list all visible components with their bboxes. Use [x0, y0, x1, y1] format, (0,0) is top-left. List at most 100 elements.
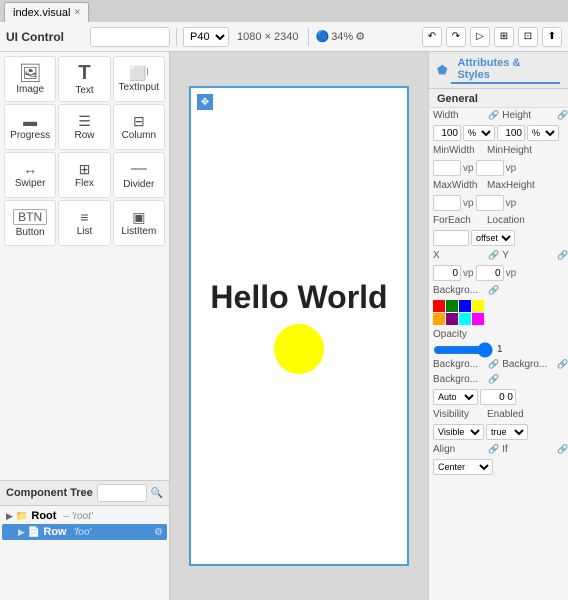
general-section-label: General [429, 89, 568, 108]
enabled-select[interactable]: truefalse [486, 424, 528, 440]
layout-button[interactable]: ⊡ [518, 27, 538, 47]
height-unit-select[interactable]: %vp [527, 125, 559, 141]
zoom-settings-icon: ⚙ [355, 30, 365, 43]
control-swiper[interactable]: ↔ Swiper [4, 152, 56, 198]
maxwidth-input[interactable] [433, 195, 461, 211]
opacity-value: 1 [497, 344, 503, 355]
y-input[interactable] [476, 265, 504, 281]
device-select[interactable]: P40 [183, 27, 229, 47]
color-green[interactable] [446, 300, 458, 312]
maxheight-input[interactable] [476, 195, 504, 211]
control-column-label: Column [122, 130, 156, 141]
backgro2-label: Backgro... [433, 359, 485, 370]
control-text[interactable]: T Text [58, 56, 110, 102]
visibility-select[interactable]: VisibleHidden [433, 424, 484, 440]
control-flex[interactable]: ⊞ Flex [58, 152, 110, 198]
left-panel: 🖼 Image T Text ⬜| TextInput ▬ Progress [0, 52, 170, 600]
toolbar-sep [176, 28, 177, 46]
root-tag: – 'root' [63, 511, 92, 522]
row-icon: ☰ [78, 114, 91, 128]
color-yellow[interactable] [472, 300, 484, 312]
control-flex-label: Flex [75, 178, 94, 189]
height-label: Height [502, 110, 554, 121]
width-unit-select[interactable]: %vp [463, 125, 495, 141]
backgro4-select[interactable]: Auto [433, 389, 478, 405]
opacity-slider[interactable] [433, 346, 493, 354]
undo-button[interactable]: ↶ [422, 27, 442, 47]
height-input[interactable] [497, 125, 525, 141]
attrs-icon: ⬟ [437, 63, 447, 77]
tree-item-root[interactable]: ▶ 📁 Root – 'root' [2, 508, 167, 524]
background-label-row: Backgro... 🔗 [429, 283, 568, 298]
toolbar-sep2 [308, 28, 309, 46]
x-input[interactable] [433, 265, 461, 281]
color-purple[interactable] [446, 313, 458, 325]
align-select[interactable]: CenterStartEnd [433, 459, 493, 475]
visibility-enabled-value-row: VisibleHidden truefalse [429, 422, 568, 442]
location-select[interactable]: offset [471, 230, 515, 246]
backgro3-label: Backgro... [502, 359, 554, 370]
control-divider[interactable]: — Divider [113, 152, 165, 198]
toolbar-search-input[interactable] [90, 27, 170, 47]
x-label: X [433, 250, 485, 261]
tree-item-row[interactable]: ▶ 📄 Row 'foo' ⚙ [2, 524, 167, 540]
tab-close-icon[interactable]: × [74, 7, 80, 18]
color-grid [433, 300, 564, 325]
row-folder-icon: 📄 [28, 527, 40, 538]
control-textinput[interactable]: ⬜| TextInput [113, 56, 165, 102]
width-label: Width [433, 110, 485, 121]
root-chevron-icon: ▶ [6, 511, 13, 522]
y-label: Y [502, 250, 554, 261]
listitem-icon: ▣ [132, 210, 145, 224]
opacity-label-row: Opacity [429, 327, 568, 342]
control-button[interactable]: BTN Button [4, 200, 56, 246]
background-label: Backgro... [433, 285, 485, 296]
color-orange[interactable] [433, 313, 445, 325]
row-tag: 'foo' [74, 527, 92, 538]
width-height-value-row: %vp %vp [429, 123, 568, 143]
foreach-input[interactable] [433, 230, 469, 246]
control-listitem-label: ListItem [121, 226, 156, 237]
control-list[interactable]: ≡ List [58, 200, 110, 246]
backgro3-link-icon: 🔗 [557, 359, 568, 370]
grid-button[interactable]: ⊞ [494, 27, 514, 47]
attrs-tab-button[interactable]: Attributes & Styles [451, 56, 560, 84]
preview-button[interactable]: ▷ [470, 27, 490, 47]
control-text-label: Text [75, 85, 93, 96]
canvas-area[interactable]: ✥ Hello World [170, 52, 428, 600]
divider-icon: — [131, 161, 147, 177]
xy-value-row: vp vp [429, 263, 568, 283]
y-link-icon: 🔗 [557, 250, 568, 261]
color-magenta[interactable] [472, 313, 484, 325]
component-tree-search[interactable] [97, 484, 147, 502]
device-frame: ✥ Hello World [189, 86, 409, 566]
attrs-header: ⬟ Attributes & Styles [429, 52, 568, 89]
control-image-label: Image [16, 84, 44, 95]
control-column[interactable]: ⊟ Column [113, 104, 165, 150]
move-icon: ✥ [201, 97, 209, 108]
control-listitem[interactable]: ▣ ListItem [113, 200, 165, 246]
color-red[interactable] [433, 300, 445, 312]
if-link-icon: 🔗 [557, 444, 568, 455]
redo-button[interactable]: ↷ [446, 27, 466, 47]
row-settings-icon[interactable]: ⚙ [154, 527, 163, 538]
color-blue[interactable] [459, 300, 471, 312]
tab-index-visual[interactable]: index.visual × [4, 2, 89, 22]
visibility-label: Visibility [433, 409, 485, 420]
control-image[interactable]: 🖼 Image [4, 56, 56, 102]
root-name: Root [31, 510, 56, 522]
width-input[interactable] [433, 125, 461, 141]
export-button[interactable]: ⬆ [542, 27, 562, 47]
minheight-input[interactable] [476, 160, 504, 176]
maxwidth-label: MaxWidth [433, 180, 485, 191]
move-handle[interactable]: ✥ [197, 94, 213, 110]
backgro5-input[interactable] [480, 389, 516, 405]
minwidth-input[interactable] [433, 160, 461, 176]
control-progress[interactable]: ▬ Progress [4, 104, 56, 150]
align-if-label-row: Align 🔗 If 🔗 [429, 442, 568, 457]
control-row[interactable]: ☰ Row [58, 104, 110, 150]
color-cyan[interactable] [459, 313, 471, 325]
ui-controls-section: 🖼 Image T Text ⬜| TextInput ▬ Progress [0, 52, 169, 480]
backgro2-link-icon: 🔗 [488, 359, 499, 370]
minheight-label: MinHeight [487, 145, 539, 156]
